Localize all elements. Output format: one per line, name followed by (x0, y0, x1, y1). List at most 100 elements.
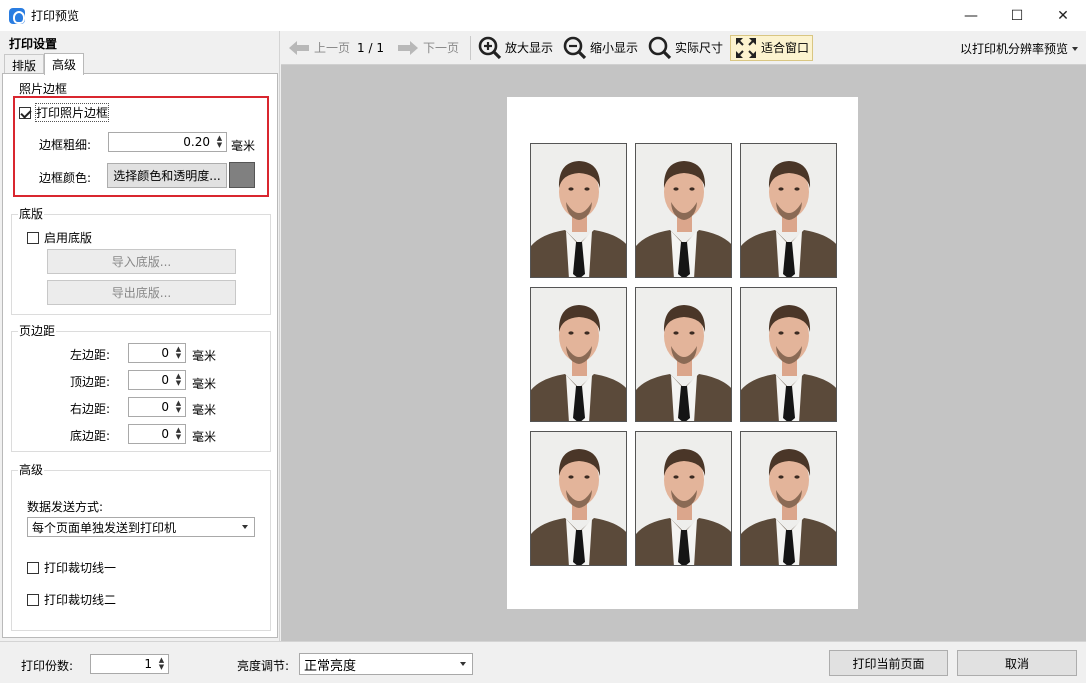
minimize-button[interactable]: — (948, 0, 994, 31)
border-color-swatch[interactable] (229, 162, 255, 188)
send-mode-select[interactable]: 每个页面单独发送到打印机 (27, 517, 255, 537)
cut-line-2-checkbox[interactable]: 打印裁切线二 (27, 591, 116, 608)
next-page-button[interactable]: 下一页 (394, 35, 462, 61)
zoom-in-label: 放大显示 (504, 41, 553, 55)
fit-window-button[interactable]: 适合窗口 (730, 34, 814, 61)
stepper-arrows-icon[interactable]: ▲ ▼ (215, 135, 224, 149)
bottom-margin-label: 底边距: (70, 429, 111, 443)
advanced-group-label: 高级 (18, 463, 45, 477)
maximize-button[interactable]: ☐ (994, 0, 1040, 31)
copies-label: 打印份数: (21, 659, 74, 673)
window-controls: — ☐ ✕ (948, 0, 1086, 31)
settings-tabs: 排版 高级 (4, 53, 85, 75)
zoom-out-icon (563, 36, 587, 59)
left-margin-label: 左边距: (70, 348, 111, 362)
fit-window-label: 适合窗口 (761, 41, 810, 55)
cut-line-1-label: 打印裁切线一 (44, 561, 117, 575)
enable-backplate-check-icon[interactable] (27, 231, 39, 244)
brightness-label: 亮度调节: (237, 659, 290, 673)
bottom-margin-stepper[interactable]: 0 ▲ ▼ (128, 424, 186, 444)
app-icon (9, 7, 25, 24)
passport-photo (740, 287, 837, 422)
preview-toolbar: 上一页 1 / 1 下一页 放大显示 缩小显示 实际尺寸 适合窗口 以打印机分辨… (281, 31, 1086, 65)
actual-size-button[interactable]: 实际尺寸 (645, 35, 726, 61)
margins-group-label: 页边距 (18, 324, 57, 338)
next-page-label: 下一页 (422, 41, 459, 55)
enable-backplate-label: 启用底版 (44, 231, 93, 245)
passport-photo (740, 143, 837, 278)
stepper-arrows-icon[interactable]: ▲ ▼ (174, 346, 183, 360)
border-color-label: 边框颜色: (39, 171, 92, 185)
prev-page-button[interactable]: 上一页 (285, 35, 353, 61)
zoom-out-button[interactable]: 缩小显示 (560, 35, 641, 61)
passport-photo (530, 287, 627, 422)
export-backplate-button[interactable]: 导出底版... (47, 280, 236, 305)
page-indicator: 1 / 1 (357, 40, 384, 55)
zoom-out-label: 缩小显示 (590, 41, 639, 55)
print-border-label: 打印照片边框 (34, 103, 110, 122)
tab-advanced[interactable]: 高级 (44, 53, 85, 75)
print-current-page-button[interactable]: 打印当前页面 (829, 650, 948, 676)
copies-stepper[interactable]: 1 ▲ ▼ (90, 654, 169, 674)
top-margin-unit: 毫米 (192, 377, 217, 391)
import-backplate-button[interactable]: 导入底版... (47, 249, 236, 274)
passport-photo (635, 143, 732, 278)
preview-area[interactable] (281, 65, 1086, 641)
zoom-in-icon (478, 36, 502, 59)
fit-window-icon (736, 37, 757, 58)
stepper-arrows-icon[interactable]: ▲ ▼ (174, 400, 183, 414)
cut-line-1-check-icon[interactable] (27, 561, 39, 574)
passport-photo (530, 431, 627, 566)
prev-page-label: 上一页 (314, 41, 351, 55)
left-margin-stepper[interactable]: 0 ▲ ▼ (128, 343, 186, 363)
preview-mode-dropdown[interactable]: 以打印机分辨率预览 (960, 40, 1078, 57)
send-mode-value: 每个页面单独发送到打印机 (32, 520, 177, 535)
actual-size-label: 实际尺寸 (675, 41, 724, 55)
brightness-select[interactable]: 正常亮度 (299, 653, 473, 675)
magnifier-icon (648, 36, 672, 59)
passport-photo (635, 431, 732, 566)
arrow-left-icon (289, 40, 309, 55)
send-mode-label: 数据发送方式: (27, 500, 104, 514)
chevron-down-icon (242, 525, 248, 529)
border-thickness-stepper[interactable]: 0.20 ▲ ▼ (108, 132, 227, 152)
zoom-in-button[interactable]: 放大显示 (475, 35, 556, 61)
close-button[interactable]: ✕ (1040, 0, 1086, 31)
right-margin-stepper[interactable]: 0 ▲ ▼ (128, 397, 186, 417)
panel-title: 打印设置 (9, 37, 58, 51)
border-thickness-label: 边框粗细: (39, 138, 92, 152)
print-border-checkbox[interactable]: 打印照片边框 (19, 103, 110, 122)
arrow-right-icon (397, 40, 418, 55)
preview-page (507, 97, 858, 609)
cut-line-2-label: 打印裁切线二 (44, 593, 117, 607)
top-margin-stepper[interactable]: 0 ▲ ▼ (128, 370, 186, 390)
enable-backplate-checkbox[interactable]: 启用底版 (27, 229, 92, 246)
stepper-arrows-icon[interactable]: ▲ ▼ (174, 373, 183, 387)
bottom-bar: 打印份数: 1 ▲ ▼ 亮度调节: 正常亮度 打印当前页面 取消 (0, 641, 1086, 683)
left-margin-unit: 毫米 (192, 349, 217, 363)
preview-mode-label: 以打印机分辨率预览 (959, 42, 1068, 56)
cut-line-1-checkbox[interactable]: 打印裁切线一 (27, 559, 116, 576)
border-thickness-unit: 毫米 (231, 139, 256, 153)
stepper-arrows-icon[interactable]: ▲ ▼ (174, 427, 183, 441)
right-margin-label: 右边距: (70, 402, 111, 416)
print-border-check-icon[interactable] (19, 106, 31, 119)
right-margin-unit: 毫米 (192, 403, 217, 417)
top-margin-label: 顶边距: (70, 375, 111, 389)
stepper-arrows-icon[interactable]: ▲ ▼ (157, 657, 166, 671)
brightness-value: 正常亮度 (304, 658, 357, 674)
chevron-down-icon (460, 662, 466, 666)
toolbar-separator (469, 35, 471, 60)
choose-color-button[interactable]: 选择颜色和透明度... (107, 163, 227, 188)
chevron-down-icon (1072, 46, 1078, 51)
title-bar: 打印预览 — ☐ ✕ (0, 0, 1086, 31)
photo-border-group-label: 照片边框 (18, 82, 69, 96)
tab-layout[interactable]: 排版 (4, 54, 45, 74)
bottom-margin-unit: 毫米 (192, 430, 217, 444)
passport-photo (530, 143, 627, 278)
window-title: 打印预览 (31, 9, 80, 23)
cancel-button[interactable]: 取消 (957, 650, 1077, 676)
passport-photo (635, 287, 732, 422)
passport-photo (740, 431, 837, 566)
cut-line-2-check-icon[interactable] (27, 593, 39, 606)
